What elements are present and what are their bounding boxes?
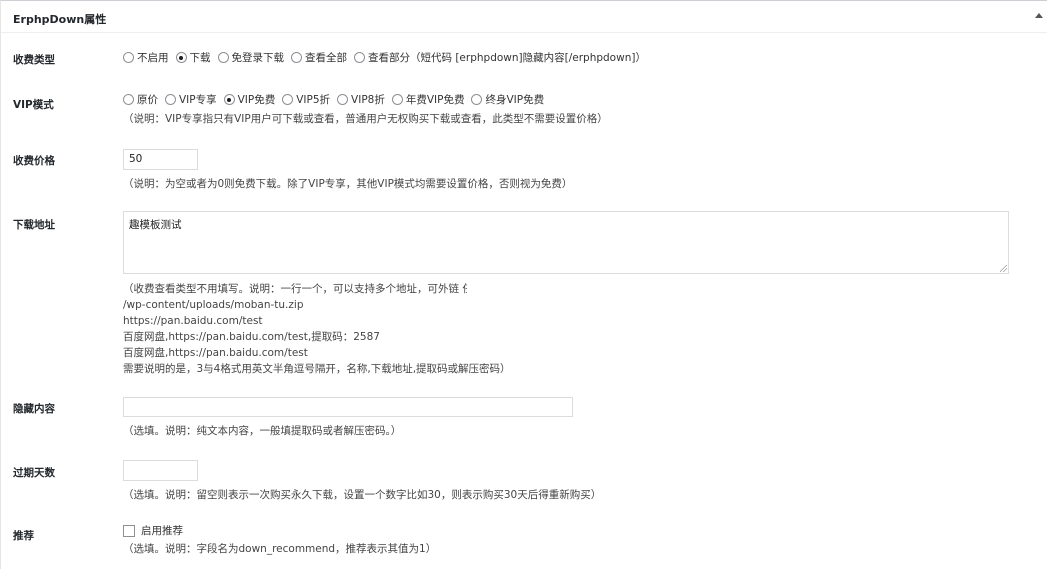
expire-days-description: （选填。说明：留空则表示一次购买永久下载，设置一个数字比如30，则表示购买30天…: [123, 489, 602, 501]
help-line: /wp-content/uploads/moban-tu.zip: [123, 299, 304, 311]
help-line: （收费查看类型不用填写。说明：一行一个，可以支持多个地址，可外链 任意一种：: [123, 283, 515, 295]
redaction-mask: [467, 282, 594, 295]
vip-mode-option-annual-free[interactable]: 年费VIP免费: [391, 92, 464, 107]
fee-type-option-download[interactable]: 下载: [175, 50, 211, 65]
fee-type-radio-group: 不启用 下载 免登录下载 查看全部 查看部分（短代码 [erphpdown]隐藏…: [123, 50, 653, 65]
radio-icon[interactable]: [291, 52, 302, 63]
help-line: 百度网盘,https://pan.baidu.com/test,提取码：2587: [123, 331, 380, 343]
radio-icon[interactable]: [337, 94, 349, 105]
vip-mode-option-vip-80[interactable]: VIP8折: [337, 92, 385, 107]
radio-icon[interactable]: [282, 94, 294, 105]
expire-days-label: 过期天数: [13, 467, 55, 479]
price-description: （说明：为空或者为0则免费下载。除了VIP专享，其他VIP模式均需要设置价格，否…: [123, 178, 573, 190]
recommend-description: （选填。说明：字段名为down_recommend，推荐表示其值为1）: [123, 543, 437, 555]
resize-handle-icon[interactable]: [1000, 265, 1007, 272]
hidden-content-input[interactable]: [123, 397, 573, 417]
hidden-content-label: 隐藏内容: [13, 403, 55, 415]
vip-mode-option-original[interactable]: 原价: [123, 92, 158, 107]
help-line: 需要说明的是，3与4格式用英文半角逗号隔开，名称,下载地址,提取码或解压密码）: [123, 363, 511, 375]
recommend-checkbox-row[interactable]: 启用推荐: [123, 523, 183, 538]
radio-icon[interactable]: [123, 94, 134, 105]
erphpdown-meta-box: ErphpDown属性 收费类型 不启用 下载 免登录下载 查看全部 查看部分（…: [0, 0, 1047, 569]
hidden-content-description: （选填。说明：纯文本内容，一般填提取码或者解压密码。）: [123, 425, 402, 437]
download-url-help: （收费查看类型不用填写。说明：一行一个，可以支持多个地址，可外链 任意一种： /…: [123, 281, 515, 377]
radio-icon[interactable]: [354, 52, 365, 63]
download-url-value: 趣模板测试: [129, 219, 182, 231]
price-label: 收费价格: [13, 155, 55, 167]
vip-mode-label: VIP模式: [13, 99, 54, 111]
panel-header[interactable]: ErphpDown属性: [1, 2, 1047, 33]
recommend-checkbox-label: 启用推荐: [141, 525, 183, 537]
radio-icon[interactable]: [123, 52, 134, 63]
vip-mode-option-vip-free[interactable]: VIP免费: [223, 92, 275, 107]
radio-icon[interactable]: [165, 94, 176, 105]
recommend-label: 推荐: [13, 530, 34, 542]
vip-mode-radio-group: 原价 VIP专享 VIP免费 VIP5折 VIP8折 年费VIP免费 终身VIP…: [123, 92, 551, 107]
download-url-label: 下载地址: [13, 219, 55, 231]
fee-type-option-view-partial[interactable]: 查看部分（短代码 [erphpdown]隐藏内容[/erphpdown]）: [354, 50, 646, 65]
help-line: 百度网盘,https://pan.baidu.com/test: [123, 347, 308, 359]
price-input[interactable]: 50: [123, 149, 198, 170]
vip-mode-description: （说明：VIP专享指只有VIP用户可下载或查看，普通用户无权购买下载或查看，此类…: [123, 113, 608, 125]
vip-mode-option-vip-50[interactable]: VIP5折: [282, 92, 330, 107]
radio-checked-icon[interactable]: [175, 52, 187, 63]
download-url-textarea[interactable]: 趣模板测试: [123, 211, 1009, 274]
radio-checked-icon[interactable]: [223, 94, 235, 105]
fee-type-label: 收费类型: [13, 54, 55, 66]
help-line: https://pan.baidu.com/test: [123, 315, 263, 327]
fee-type-option-view-all[interactable]: 查看全部: [291, 50, 347, 65]
collapse-toggle-icon[interactable]: [1035, 13, 1043, 18]
radio-icon[interactable]: [391, 94, 403, 105]
expire-days-input[interactable]: [123, 460, 198, 481]
radio-icon[interactable]: [217, 52, 229, 63]
checkbox-icon[interactable]: [123, 524, 135, 537]
panel-title: ErphpDown属性: [13, 13, 107, 26]
radio-icon[interactable]: [471, 94, 483, 105]
fee-type-option-disabled[interactable]: 不启用: [123, 50, 169, 65]
vip-mode-option-vip-only[interactable]: VIP专享: [165, 92, 217, 107]
fee-type-option-no-login-download[interactable]: 免登录下载: [217, 50, 284, 65]
vip-mode-option-lifetime-free[interactable]: 终身VIP免费: [471, 92, 544, 107]
